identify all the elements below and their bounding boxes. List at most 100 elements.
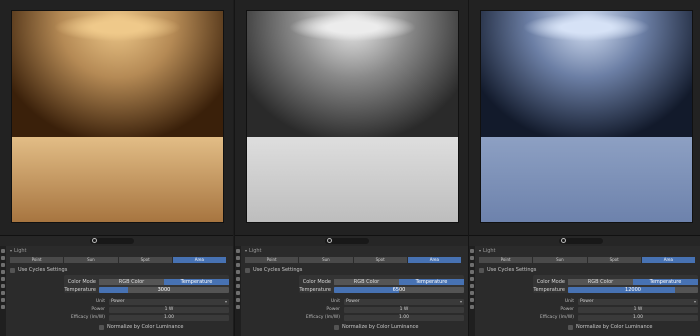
color-mode-option[interactable]: RGB Color	[568, 279, 633, 285]
light-type-sun[interactable]: Sun	[533, 257, 588, 263]
light-type-spot[interactable]: Spot	[353, 257, 408, 263]
efficacy-row: Efficacy (lm/W) 1.00	[479, 315, 698, 321]
efficacy-field[interactable]: 1.00	[344, 315, 464, 321]
section-title: Light	[249, 248, 262, 254]
chevron-down-icon: ▾	[479, 248, 482, 253]
search-input[interactable]	[325, 238, 369, 244]
section-header[interactable]: ▾ Light	[10, 248, 27, 254]
checkbox[interactable]	[99, 324, 104, 330]
properties-tab-icon[interactable]	[236, 298, 240, 302]
properties-tab-icon[interactable]	[470, 256, 474, 260]
color-mode-label: Color Mode	[302, 279, 331, 285]
temperature-value: 6500	[392, 287, 406, 293]
efficacy-value: 1.00	[632, 315, 644, 320]
light-type-spot[interactable]: Spot	[587, 257, 642, 263]
normalize-checkbox[interactable]: Normalize by Color Luminance	[99, 324, 184, 330]
efficacy-row: Efficacy (lm/W) 1.00	[245, 315, 464, 321]
temperature-slider[interactable]: 6500	[334, 287, 464, 293]
unit-value: Power	[111, 299, 125, 304]
light-type-sun[interactable]: Sun	[299, 257, 354, 263]
color-mode-option[interactable]: Temperature	[164, 279, 229, 285]
light-type-sun[interactable]: Sun	[64, 257, 119, 263]
search-input[interactable]	[559, 238, 603, 244]
light-type-spot[interactable]: Spot	[118, 257, 173, 263]
checkbox[interactable]	[479, 267, 484, 273]
unit-label: Unit	[330, 299, 340, 304]
color-mode-option[interactable]: RGB Color	[99, 279, 164, 285]
properties-tab-icon[interactable]	[1, 256, 5, 260]
properties-tab-icon[interactable]	[236, 284, 240, 288]
efficacy-label: Efficacy (lm/W)	[70, 315, 105, 320]
temperature-slider[interactable]: 3000	[99, 287, 229, 293]
search-input[interactable]	[90, 238, 134, 244]
checkbox-label: Normalize by Color Luminance	[576, 324, 653, 330]
render-floor	[247, 137, 458, 222]
temperature-slider[interactable]: 12000	[568, 287, 698, 293]
unit-field[interactable]: Power ▾	[109, 299, 229, 305]
properties-tab-icon[interactable]	[236, 277, 240, 281]
checkbox-label: Use Cycles Settings	[253, 267, 303, 273]
properties-tab-icon[interactable]	[470, 291, 474, 295]
properties-tab-icon[interactable]	[236, 270, 240, 274]
properties-tab-icon[interactable]	[470, 284, 474, 288]
efficacy-field[interactable]: 1.00	[578, 315, 698, 321]
properties-tab-icon[interactable]	[1, 305, 5, 309]
color-mode-selector: RGB Color Temperature	[99, 279, 229, 285]
temperature-value: 12000	[625, 287, 641, 293]
efficacy-label: Efficacy (lm/W)	[305, 315, 340, 320]
temperature-value: 3000	[157, 287, 171, 293]
checkbox[interactable]	[245, 267, 250, 273]
render-panel-neutral: ▾ Light Point Sun Spot Area Use Cycles Setting…	[234, 0, 468, 336]
properties-tab-icon[interactable]	[236, 249, 240, 253]
power-row: Power 1 W	[10, 307, 229, 313]
properties-tab-icon[interactable]	[1, 298, 5, 302]
light-type-point[interactable]: Point	[479, 257, 534, 263]
properties-tab-icon[interactable]	[470, 249, 474, 253]
section-header[interactable]: ▾ Light	[479, 248, 496, 254]
use-cycles-checkbox[interactable]: Use Cycles Settings	[10, 267, 67, 273]
properties-editor: ▾ Light Point Sun Spot Area Use Cycles Setting…	[0, 235, 233, 336]
color-mode-option[interactable]: RGB Color	[334, 279, 399, 285]
render-wall	[12, 11, 223, 137]
properties-tab-icon[interactable]	[236, 291, 240, 295]
properties-tab-icon[interactable]	[1, 270, 5, 274]
properties-tab-icon[interactable]	[1, 263, 5, 267]
properties-tab-icon[interactable]	[470, 277, 474, 281]
normalize-checkbox[interactable]: Normalize by Color Luminance	[568, 324, 653, 330]
section-header[interactable]: ▾ Light	[245, 248, 262, 254]
unit-field[interactable]: Power ▾	[344, 299, 464, 305]
efficacy-field[interactable]: 1.00	[109, 315, 229, 321]
light-type-point[interactable]: Point	[10, 257, 65, 263]
properties-tab-icon[interactable]	[470, 298, 474, 302]
properties-tab-icon[interactable]	[236, 305, 240, 309]
checkbox[interactable]	[10, 267, 15, 273]
properties-tab-icon[interactable]	[1, 291, 5, 295]
properties-tab-icon[interactable]	[236, 263, 240, 267]
properties-tab-icon[interactable]	[1, 284, 5, 288]
normalize-checkbox[interactable]: Normalize by Color Luminance	[334, 324, 419, 330]
properties-tab-icon[interactable]	[1, 277, 5, 281]
checkbox[interactable]	[334, 324, 339, 330]
properties-tab-icon[interactable]	[470, 263, 474, 267]
unit-field[interactable]: Power ▾	[578, 299, 698, 305]
color-mode-option[interactable]: Temperature	[633, 279, 698, 285]
properties-tab-icon[interactable]	[236, 256, 240, 260]
light-type-point[interactable]: Point	[245, 257, 300, 263]
power-field[interactable]: 1 W	[109, 307, 229, 313]
checkbox[interactable]	[568, 324, 573, 330]
use-cycles-checkbox[interactable]: Use Cycles Settings	[245, 267, 302, 273]
properties-tab-icon[interactable]	[1, 249, 5, 253]
properties-tab-icon[interactable]	[470, 270, 474, 274]
use-cycles-checkbox[interactable]: Use Cycles Settings	[479, 267, 536, 273]
light-type-area[interactable]: Area	[172, 257, 227, 263]
light-type-area[interactable]: Area	[407, 257, 462, 263]
properties-tabs	[235, 246, 241, 336]
color-settings-box: Color Mode RGB Color Temperature Temperatur…	[299, 275, 464, 293]
properties-header	[0, 236, 233, 246]
color-mode-option[interactable]: Temperature	[399, 279, 464, 285]
power-label: Power	[91, 307, 105, 312]
power-field[interactable]: 1 W	[344, 307, 464, 313]
properties-tab-icon[interactable]	[470, 305, 474, 309]
light-type-area[interactable]: Area	[641, 257, 696, 263]
power-field[interactable]: 1 W	[578, 307, 698, 313]
